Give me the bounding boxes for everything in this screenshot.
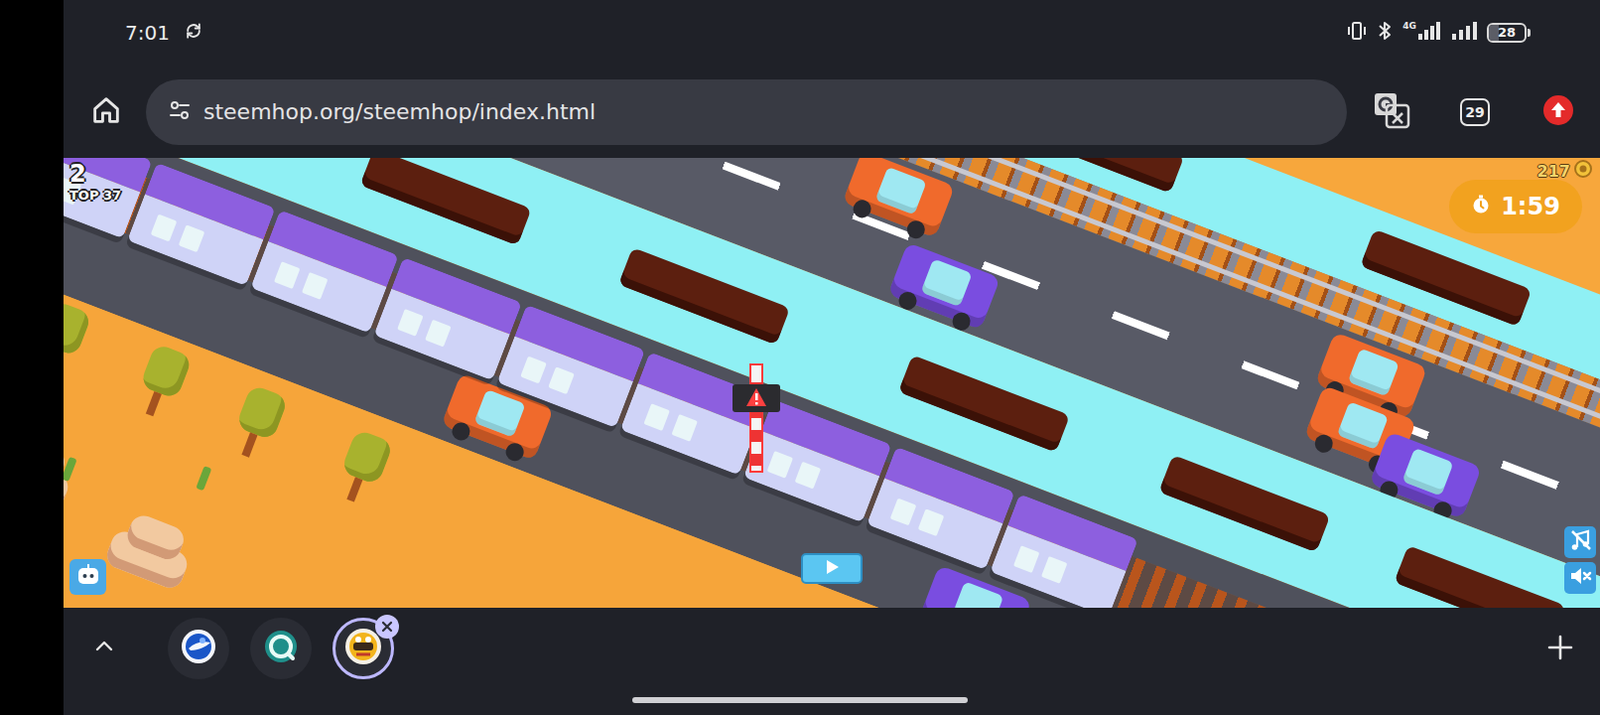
bluetooth-icon	[1376, 19, 1393, 46]
clock-icon	[1470, 192, 1491, 221]
vibrate-icon	[1346, 19, 1367, 46]
play-icon	[822, 557, 841, 580]
new-tab-button[interactable]	[1540, 629, 1581, 669]
tab-bubble[interactable]	[167, 617, 230, 679]
address-bar[interactable]: steemhop.org/steemhop/index.html	[145, 79, 1347, 145]
tree	[131, 342, 193, 422]
signal-icon	[1451, 20, 1477, 45]
rock	[102, 500, 202, 594]
warning-sign	[726, 354, 787, 474]
clock: 7:01	[125, 20, 170, 45]
globe-app-icon	[180, 628, 217, 668]
tab-strip	[63, 607, 1600, 715]
tab-bubble[interactable]	[250, 617, 312, 679]
battery: 28	[1486, 22, 1531, 43]
gesture-bar[interactable]	[632, 696, 968, 703]
coin-counter: 217	[1537, 159, 1593, 182]
character-button[interactable]	[69, 558, 107, 595]
tab-bubble[interactable]	[332, 617, 395, 679]
play-button[interactable]	[800, 552, 863, 584]
home-button[interactable]	[87, 93, 126, 132]
log	[618, 247, 791, 345]
chevron-up-icon	[92, 634, 117, 663]
log	[360, 157, 533, 246]
music-off-icon	[1568, 528, 1593, 556]
chat-app-icon	[263, 628, 299, 668]
steemhop-icon	[344, 627, 383, 669]
translate-icon	[1372, 91, 1411, 134]
upload-arrow-icon	[1542, 94, 1575, 131]
close-icon	[381, 617, 394, 637]
timer: 1:59	[1449, 179, 1583, 234]
status-bar: 7:01 4G 28	[63, 0, 1600, 66]
tree	[63, 299, 93, 380]
url-text[interactable]: steemhop.org/steemhop/index.html	[203, 99, 596, 125]
game-world	[63, 157, 1600, 608]
home-icon	[89, 93, 124, 132]
log	[898, 354, 1070, 452]
tab-switcher[interactable]: 29	[1453, 90, 1497, 134]
robot-icon	[75, 561, 102, 592]
plus-icon	[1546, 633, 1575, 666]
close-tab-button[interactable]	[375, 614, 400, 639]
speaker-muted-icon	[1568, 563, 1593, 592]
tree	[331, 428, 394, 509]
sound-toggle[interactable]	[1564, 561, 1597, 594]
music-toggle[interactable]	[1564, 526, 1597, 558]
game-canvas[interactable]: 2TOP 37 2171:59	[63, 157, 1600, 608]
score-display: 2TOP 37	[69, 159, 122, 204]
translate-button[interactable]	[1369, 90, 1414, 134]
expand-button[interactable]	[85, 629, 124, 667]
log	[1158, 454, 1331, 552]
tree	[226, 384, 288, 464]
signal-icon	[1417, 20, 1442, 45]
log	[1393, 544, 1566, 608]
site-settings-icon[interactable]	[167, 98, 192, 127]
mobile-data: 4G	[1402, 20, 1442, 45]
sync-icon	[183, 20, 204, 45]
browser-toolbar: steemhop.org/steemhop/index.html 29	[63, 65, 1600, 158]
update-button[interactable]	[1536, 90, 1581, 134]
coin-icon	[1574, 159, 1593, 182]
